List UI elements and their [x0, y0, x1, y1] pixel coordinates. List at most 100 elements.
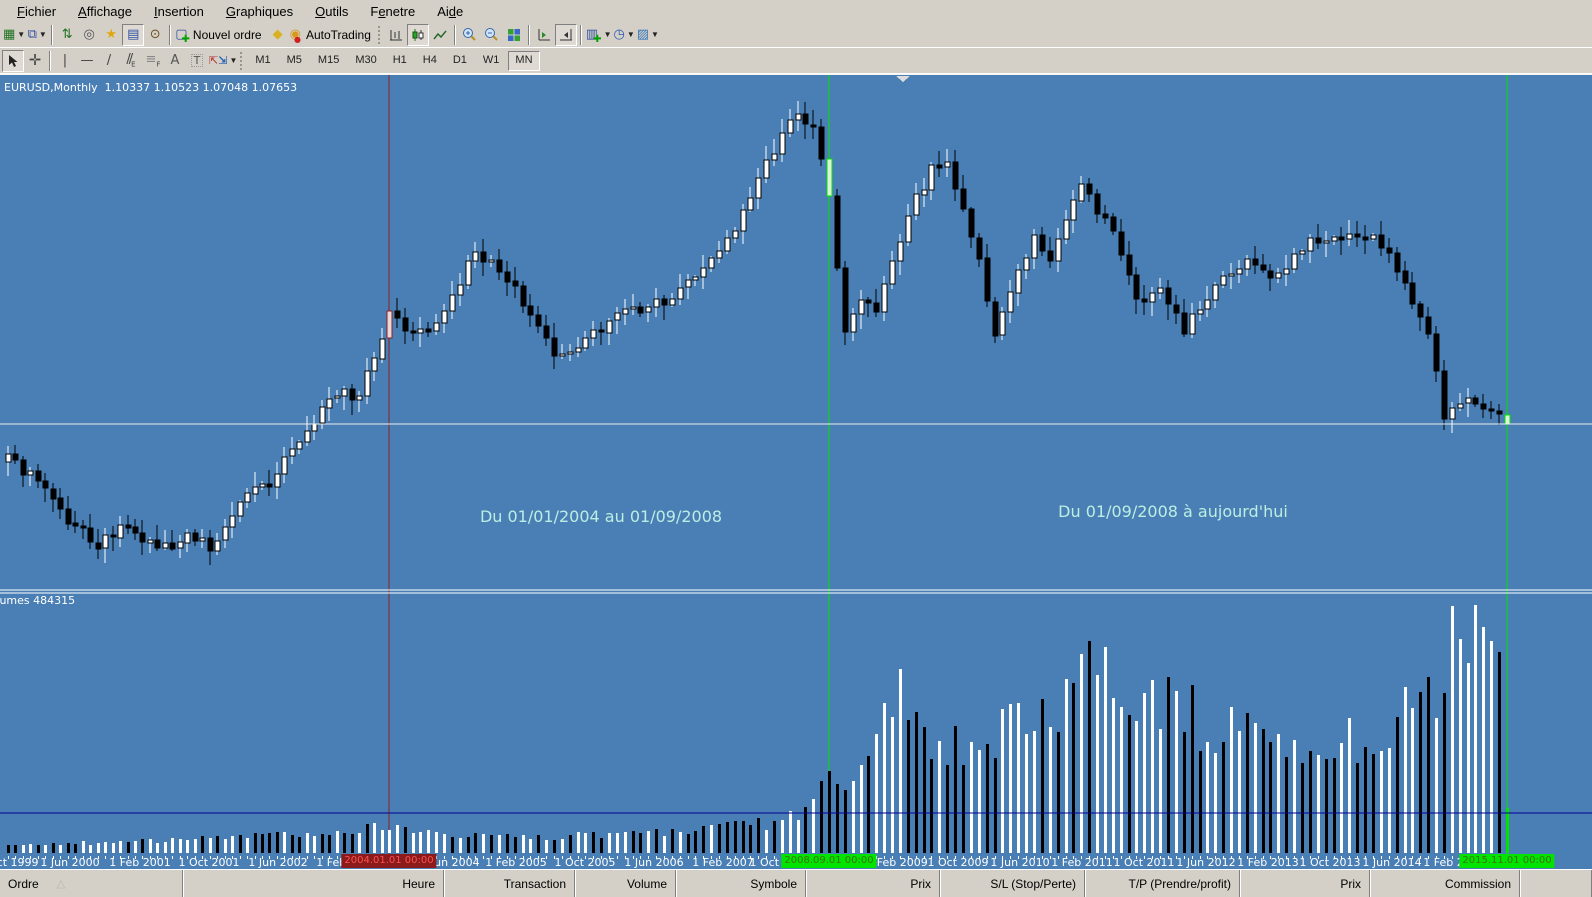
timeframe-d1[interactable]: D1: [446, 51, 474, 71]
periods-button[interactable]: ◷▼: [612, 24, 635, 46]
metaeditor-button[interactable]: ◆: [267, 24, 289, 46]
auto-scroll-icon: [559, 28, 573, 42]
time-axis-label: 1 Feb 2013: [1237, 856, 1298, 869]
menu-insertion[interactable]: Insertion: [143, 2, 215, 21]
chevron-down-icon: ▼: [229, 56, 237, 65]
column-header-heure[interactable]: Heure: [183, 870, 444, 897]
chart-text-annotation-2: Du 01/09/2008 à aujourd'hui: [1058, 502, 1288, 521]
menu-fenetre[interactable]: Fenetre: [359, 2, 426, 21]
volume-bars-group: [7, 605, 1509, 853]
menu-aide[interactable]: Aide: [426, 2, 474, 21]
new-chart-button[interactable]: ▦▼: [2, 24, 26, 46]
tile-windows-button[interactable]: [503, 24, 525, 46]
bar-chart-button[interactable]: [385, 24, 407, 46]
text-label-button[interactable]: T: [186, 50, 208, 72]
autotrading-button[interactable]: ◉● AutoTrading: [289, 24, 376, 46]
fibonacci-button[interactable]: ≡F: [142, 50, 164, 72]
time-axis-label: 1 Jun 2014: [1362, 856, 1421, 869]
column-header-t-p-prendre-profit[interactable]: T/P (Prendre/profit): [1085, 870, 1240, 897]
auto-scroll-button[interactable]: [555, 24, 577, 46]
terminal-header-bar: Ordre△HeureTransactionVolumeSymbolePrixS…: [0, 869, 1592, 897]
market-watch-icon: ⇅: [62, 28, 73, 41]
line-chart-button[interactable]: [429, 24, 451, 46]
text-icon: A: [171, 54, 180, 67]
channel-button[interactable]: //E: [120, 50, 142, 72]
profiles-button[interactable]: ⧉▼: [26, 24, 48, 46]
new-order-button[interactable]: ▢✚ Nouvel ordre: [174, 24, 266, 46]
timeframe-m5[interactable]: M5: [280, 51, 309, 71]
time-axis-label: 1 Oct 2009: [927, 856, 988, 869]
column-header-ordre[interactable]: Ordre△: [0, 870, 183, 897]
strategy-tester-button[interactable]: ⊙: [144, 24, 166, 46]
menu-affichage[interactable]: Affichage: [67, 2, 143, 21]
column-header-transaction[interactable]: Transaction: [444, 870, 575, 897]
crosshair-button[interactable]: ✛: [24, 50, 46, 72]
toolbar-grip: [240, 52, 243, 70]
chevron-down-icon: ▼: [627, 30, 635, 39]
separator: [51, 25, 53, 45]
column-header-commission[interactable]: Commission: [1370, 870, 1520, 897]
market-watch-button[interactable]: ⇅: [56, 24, 78, 46]
line-chart-icon: [433, 28, 447, 42]
cursor-arrow-icon: [7, 54, 19, 68]
vertical-line-button[interactable]: |: [54, 50, 76, 72]
time-axis-label: 1 Oct 2005: [554, 856, 615, 869]
chevron-down-icon: ▼: [17, 30, 25, 39]
navigator-button[interactable]: ★: [100, 24, 122, 46]
templates-button[interactable]: ▨▼: [636, 24, 660, 46]
metaeditor-icon: ◆: [273, 28, 283, 41]
time-axis-label: 1 Jun 2010: [990, 856, 1049, 869]
timeframe-bar: M1M5M15M30H1H4D1W1MN: [247, 51, 540, 71]
periods-clock-icon: ◷: [613, 28, 624, 41]
timeframe-h1[interactable]: H1: [386, 51, 414, 71]
timeframe-mn[interactable]: MN: [508, 51, 539, 71]
timeframe-w1[interactable]: W1: [476, 51, 507, 71]
arrows-button[interactable]: ⇱⇲▼: [208, 50, 238, 72]
time-axis-label: 1 Jun 2012: [1176, 856, 1235, 869]
tile-windows-icon: [507, 28, 521, 42]
timeframe-m15[interactable]: M15: [311, 51, 346, 71]
menu-graphiques[interactable]: Graphiques: [215, 2, 304, 21]
chart-shift-marker[interactable]: [896, 76, 910, 82]
toolbar-line-studies: ✛ | — / //E ≡F A T ⇱⇲▼ M1M5M15M30H1H4D1W…: [0, 48, 1592, 74]
templates-icon: ▨: [637, 28, 649, 41]
crosshair-icon: ✛: [29, 53, 42, 68]
chart-canvas[interactable]: EURUSD,Monthly 1.10337 1.10523 1.07048 1…: [0, 74, 1592, 869]
terminal-button[interactable]: ▤: [122, 24, 144, 46]
indicators-button[interactable]: ▥✚▼: [585, 24, 613, 46]
sort-triangle-icon: △: [57, 877, 65, 890]
timeframe-m1[interactable]: M1: [248, 51, 277, 71]
column-header-symbole[interactable]: Symbole: [676, 870, 806, 897]
toolbar-standard: ▦▼ ⧉▼ ⇅ ◎ ★ ▤ ⊙ ▢✚ Nouvel ordre ◆ ◉● Aut…: [0, 22, 1592, 48]
column-header-prix[interactable]: Prix: [1240, 870, 1370, 897]
chart-shift-button[interactable]: [533, 24, 555, 46]
chevron-down-icon: ▼: [604, 30, 612, 39]
chevron-down-icon: ▼: [39, 30, 47, 39]
trendline-icon: /: [107, 54, 111, 67]
column-header-prix[interactable]: Prix: [806, 870, 940, 897]
column-header-s-l-stop-perte[interactable]: S/L (Stop/Perte): [940, 870, 1085, 897]
trendline-button[interactable]: /: [98, 50, 120, 72]
data-window-button[interactable]: ◎: [78, 24, 100, 46]
chart-text-annotation-1: Du 01/01/2004 au 01/09/2008: [480, 507, 722, 526]
volume-indicator-label: Volumes 484315: [0, 594, 75, 607]
horizontal-line-button[interactable]: —: [76, 50, 98, 72]
zoom-in-button[interactable]: [459, 24, 481, 46]
cursor-button[interactable]: [2, 50, 24, 72]
column-header-volume[interactable]: Volume: [575, 870, 676, 897]
zoom-in-icon: [462, 27, 477, 42]
chart-ohlc-title: EURUSD,Monthly 1.10337 1.10523 1.07048 1…: [4, 81, 297, 94]
text-button[interactable]: A: [164, 50, 186, 72]
timeframe-h4[interactable]: H4: [416, 51, 444, 71]
zoom-out-button[interactable]: [481, 24, 503, 46]
timeframe-m30[interactable]: M30: [348, 51, 383, 71]
channel-icon: //E: [126, 53, 135, 69]
time-axis-label: 1 Oct 2001: [178, 856, 239, 869]
menu-outils[interactable]: Outils: [304, 2, 359, 21]
toolbar-grip: [378, 26, 381, 44]
menu-fichier[interactable]: Fichier: [6, 2, 67, 21]
separator: [49, 51, 51, 71]
chart-shift-icon: [537, 28, 551, 42]
time-axis-label: 1 Feb 2005: [485, 856, 546, 869]
candlestick-button[interactable]: [407, 24, 429, 46]
